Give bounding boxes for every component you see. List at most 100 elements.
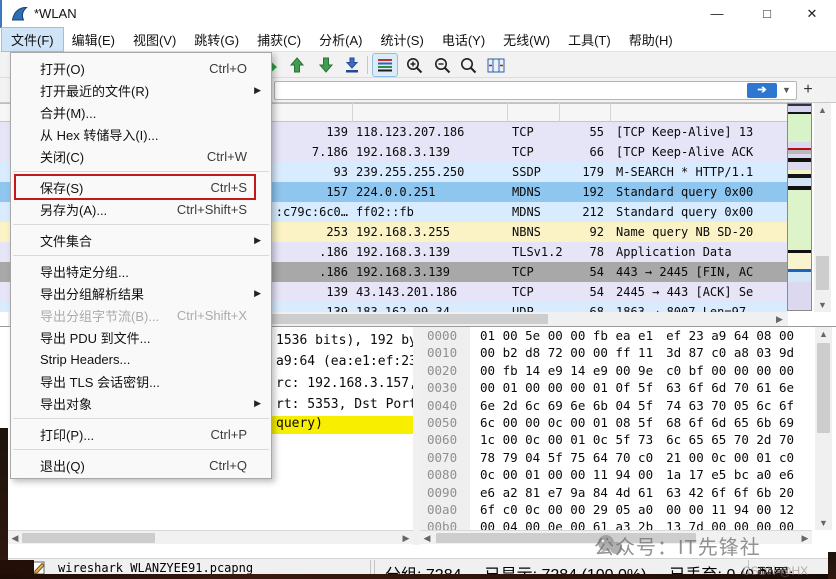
menubar-item[interactable]: 工具(T) <box>559 28 620 51</box>
column-divider[interactable] <box>559 103 560 122</box>
capture-filename: wireshark_WLANZYEE91.pcapng <box>58 561 253 575</box>
statusbar-divider <box>370 560 371 575</box>
go-to-bottom-icon[interactable] <box>340 54 364 76</box>
maximize-button[interactable]: □ <box>745 0 789 28</box>
display-filter-input[interactable] <box>274 81 797 100</box>
menu-item[interactable]: 导出 PDU 到文件... <box>11 326 271 348</box>
menu-item[interactable] <box>11 220 271 229</box>
hex-dump-pane: 0000 01 00 5e 00 00 fb ea e1 ef 23 a9 64… <box>420 327 815 530</box>
watermark-csdn: CSDN @HX <box>742 564 808 578</box>
menu-item[interactable]: 合并(M)... <box>11 101 271 123</box>
detail-line[interactable]: a9:64 (ea:e1:ef:23 <box>276 354 413 369</box>
menubar-item[interactable]: 编辑(E) <box>63 28 124 51</box>
add-filter-button[interactable]: + <box>799 80 817 100</box>
menubar-item[interactable]: 视图(V) <box>124 28 185 51</box>
column-divider[interactable] <box>610 103 611 122</box>
hex-row[interactable]: 0020 00 fb 14 e9 14 e9 00 9e c0 bf 00 00… <box>420 362 815 379</box>
menu-bar: 文件(F)编辑(E)视图(V)跳转(G)捕获(C)分析(A)统计(S)电话(Y)… <box>0 28 836 52</box>
packet-list-vscrollbar[interactable]: ▲ ▼ <box>814 103 831 312</box>
scroll-down-icon[interactable]: ▼ <box>814 298 831 312</box>
menubar-item[interactable]: 分析(A) <box>310 28 371 51</box>
packet-list-minimap[interactable] <box>787 103 812 311</box>
menubar-item[interactable]: 帮助(H) <box>620 28 682 51</box>
menu-item[interactable]: 退出(Q) Ctrl+Q <box>11 454 271 476</box>
hex-row[interactable]: 00a0 6f c0 0c 00 00 29 05 a0 00 00 11 94… <box>420 501 815 518</box>
scrollbar-thumb[interactable] <box>816 256 829 290</box>
menu-item[interactable]: 另存为(A)... Ctrl+Shift+S <box>11 198 271 220</box>
window-title: *WLAN <box>34 6 77 21</box>
menubar-item[interactable]: 跳转(G) <box>185 28 248 51</box>
hex-row[interactable]: 00b0 00 04 00 0e 00 61 a3 2b 13 7d 00 00… <box>420 518 815 530</box>
menu-item[interactable]: Strip Headers... <box>11 348 271 370</box>
menu-item[interactable]: 导出对象 ▶ <box>11 392 271 414</box>
colorize-packets-icon[interactable] <box>373 54 397 76</box>
menu-item[interactable]: 导出 TLS 会话密钥... <box>11 370 271 392</box>
hex-row[interactable]: 0090 e6 a2 81 e7 9a 84 4d 61 63 42 6f 6f… <box>420 484 815 501</box>
wireshark-window: *WLAN — □ ✕ 文件(F)编辑(E)视图(V)跳转(G)捕获(C)分析(… <box>0 0 836 579</box>
hex-row[interactable]: 0080 0c 00 01 00 00 11 94 00 1a 17 e5 bc… <box>420 466 815 483</box>
details-hscrollbar[interactable]: ◀ ▶ <box>8 530 413 544</box>
scroll-left-icon[interactable]: ◀ <box>8 531 22 545</box>
title-bar: *WLAN — □ ✕ <box>0 0 836 28</box>
menu-item[interactable]: 关闭(C) Ctrl+W <box>11 145 271 167</box>
menu-item[interactable]: 打印(P)... Ctrl+P <box>11 423 271 445</box>
apply-filter-button[interactable]: ➔ <box>747 83 777 98</box>
pane-splitter[interactable] <box>413 327 420 545</box>
desktop-background <box>828 552 836 579</box>
resize-columns-icon[interactable] <box>484 54 508 76</box>
previous-packet-icon[interactable] <box>285 54 309 76</box>
menubar-item[interactable]: 无线(W) <box>494 28 559 51</box>
menu-item[interactable]: 导出分组字节流(B)... Ctrl+Shift+X <box>11 304 271 326</box>
menu-item[interactable] <box>11 445 271 454</box>
menu-item[interactable]: 打开(O) Ctrl+O <box>11 57 271 79</box>
menu-item[interactable]: 打开最近的文件(R) ▶ <box>11 79 271 101</box>
menubar-item[interactable]: 电话(Y) <box>433 28 494 51</box>
menu-item[interactable] <box>11 251 271 260</box>
next-packet-icon[interactable] <box>314 54 338 76</box>
detail-line[interactable]: 1536 bits), 192 by <box>276 333 413 348</box>
detail-line[interactable]: rc: 192.168.3.157, <box>276 376 413 391</box>
zoom-in-icon[interactable] <box>402 54 426 76</box>
menu-item[interactable]: 保存(S) Ctrl+S <box>11 176 271 198</box>
column-divider[interactable] <box>507 103 508 122</box>
desktop-background <box>0 428 8 564</box>
detail-line[interactable]: rt: 5353, Dst Port <box>276 397 413 412</box>
watermark-wechat: 公众号：IT先锋社 <box>594 531 761 560</box>
zoom-out-icon[interactable] <box>430 54 454 76</box>
menu-item[interactable]: 文件集合 ▶ <box>11 229 271 251</box>
scroll-right-icon[interactable]: ▶ <box>771 312 788 326</box>
scroll-down-icon[interactable]: ▼ <box>815 516 832 530</box>
menubar-item[interactable]: 文件(F) <box>2 28 63 51</box>
menu-item[interactable] <box>11 414 271 423</box>
menu-item[interactable]: 从 Hex 转储导入(I)... <box>11 123 271 145</box>
menu-item[interactable]: 导出分组解析结果 ▶ <box>11 282 271 304</box>
scroll-right-icon[interactable]: ▶ <box>399 531 413 545</box>
hex-vscrollbar[interactable]: ▲ ▼ <box>815 327 832 530</box>
hex-row[interactable]: 0060 1c 00 0c 00 01 0c 5f 73 6c 65 65 70… <box>420 431 815 448</box>
scrollbar-thumb[interactable] <box>817 343 830 433</box>
toolbar-separator <box>367 56 368 74</box>
hex-row[interactable]: 0070 78 79 04 5f 75 64 70 c0 21 00 0c 00… <box>420 449 815 466</box>
wireshark-logo-icon <box>11 6 28 23</box>
menubar-item[interactable]: 捕获(C) <box>248 28 310 51</box>
file-menu-dropdown: 打开(O) Ctrl+O 打开最近的文件(R) ▶ 合并(M)... 从 Hex… <box>10 52 272 479</box>
desktop-background <box>0 574 836 579</box>
statusbar-divider <box>374 560 375 575</box>
close-button[interactable]: ✕ <box>790 0 834 28</box>
filter-dropdown-caret-icon[interactable]: ▼ <box>779 83 794 98</box>
scroll-up-icon[interactable]: ▲ <box>814 103 831 117</box>
scroll-left-icon[interactable]: ◀ <box>420 531 434 545</box>
minimize-button[interactable]: — <box>695 0 739 28</box>
scroll-right-icon[interactable]: ▶ <box>798 531 812 545</box>
hex-row[interactable]: 0010 00 b2 d8 72 00 00 ff 11 3d 87 c0 a8… <box>420 344 815 361</box>
scrollbar-thumb[interactable] <box>22 533 155 543</box>
hex-row[interactable]: 0040 6e 2d 6c 69 6e 6b 04 5f 74 63 70 05… <box>420 397 815 414</box>
column-divider[interactable] <box>352 103 353 122</box>
menu-item[interactable]: 导出特定分组... <box>11 260 271 282</box>
hex-row[interactable]: 0000 01 00 5e 00 00 fb ea e1 ef 23 a9 64… <box>420 327 815 344</box>
menubar-item[interactable]: 统计(S) <box>371 28 432 51</box>
hex-row[interactable]: 0050 6c 00 00 0c 00 01 08 5f 68 6f 6d 65… <box>420 414 815 431</box>
hex-row[interactable]: 0030 00 01 00 00 00 01 0f 5f 63 6f 6d 70… <box>420 379 815 396</box>
zoom-original-icon[interactable] <box>456 54 480 76</box>
scroll-up-icon[interactable]: ▲ <box>815 327 832 341</box>
